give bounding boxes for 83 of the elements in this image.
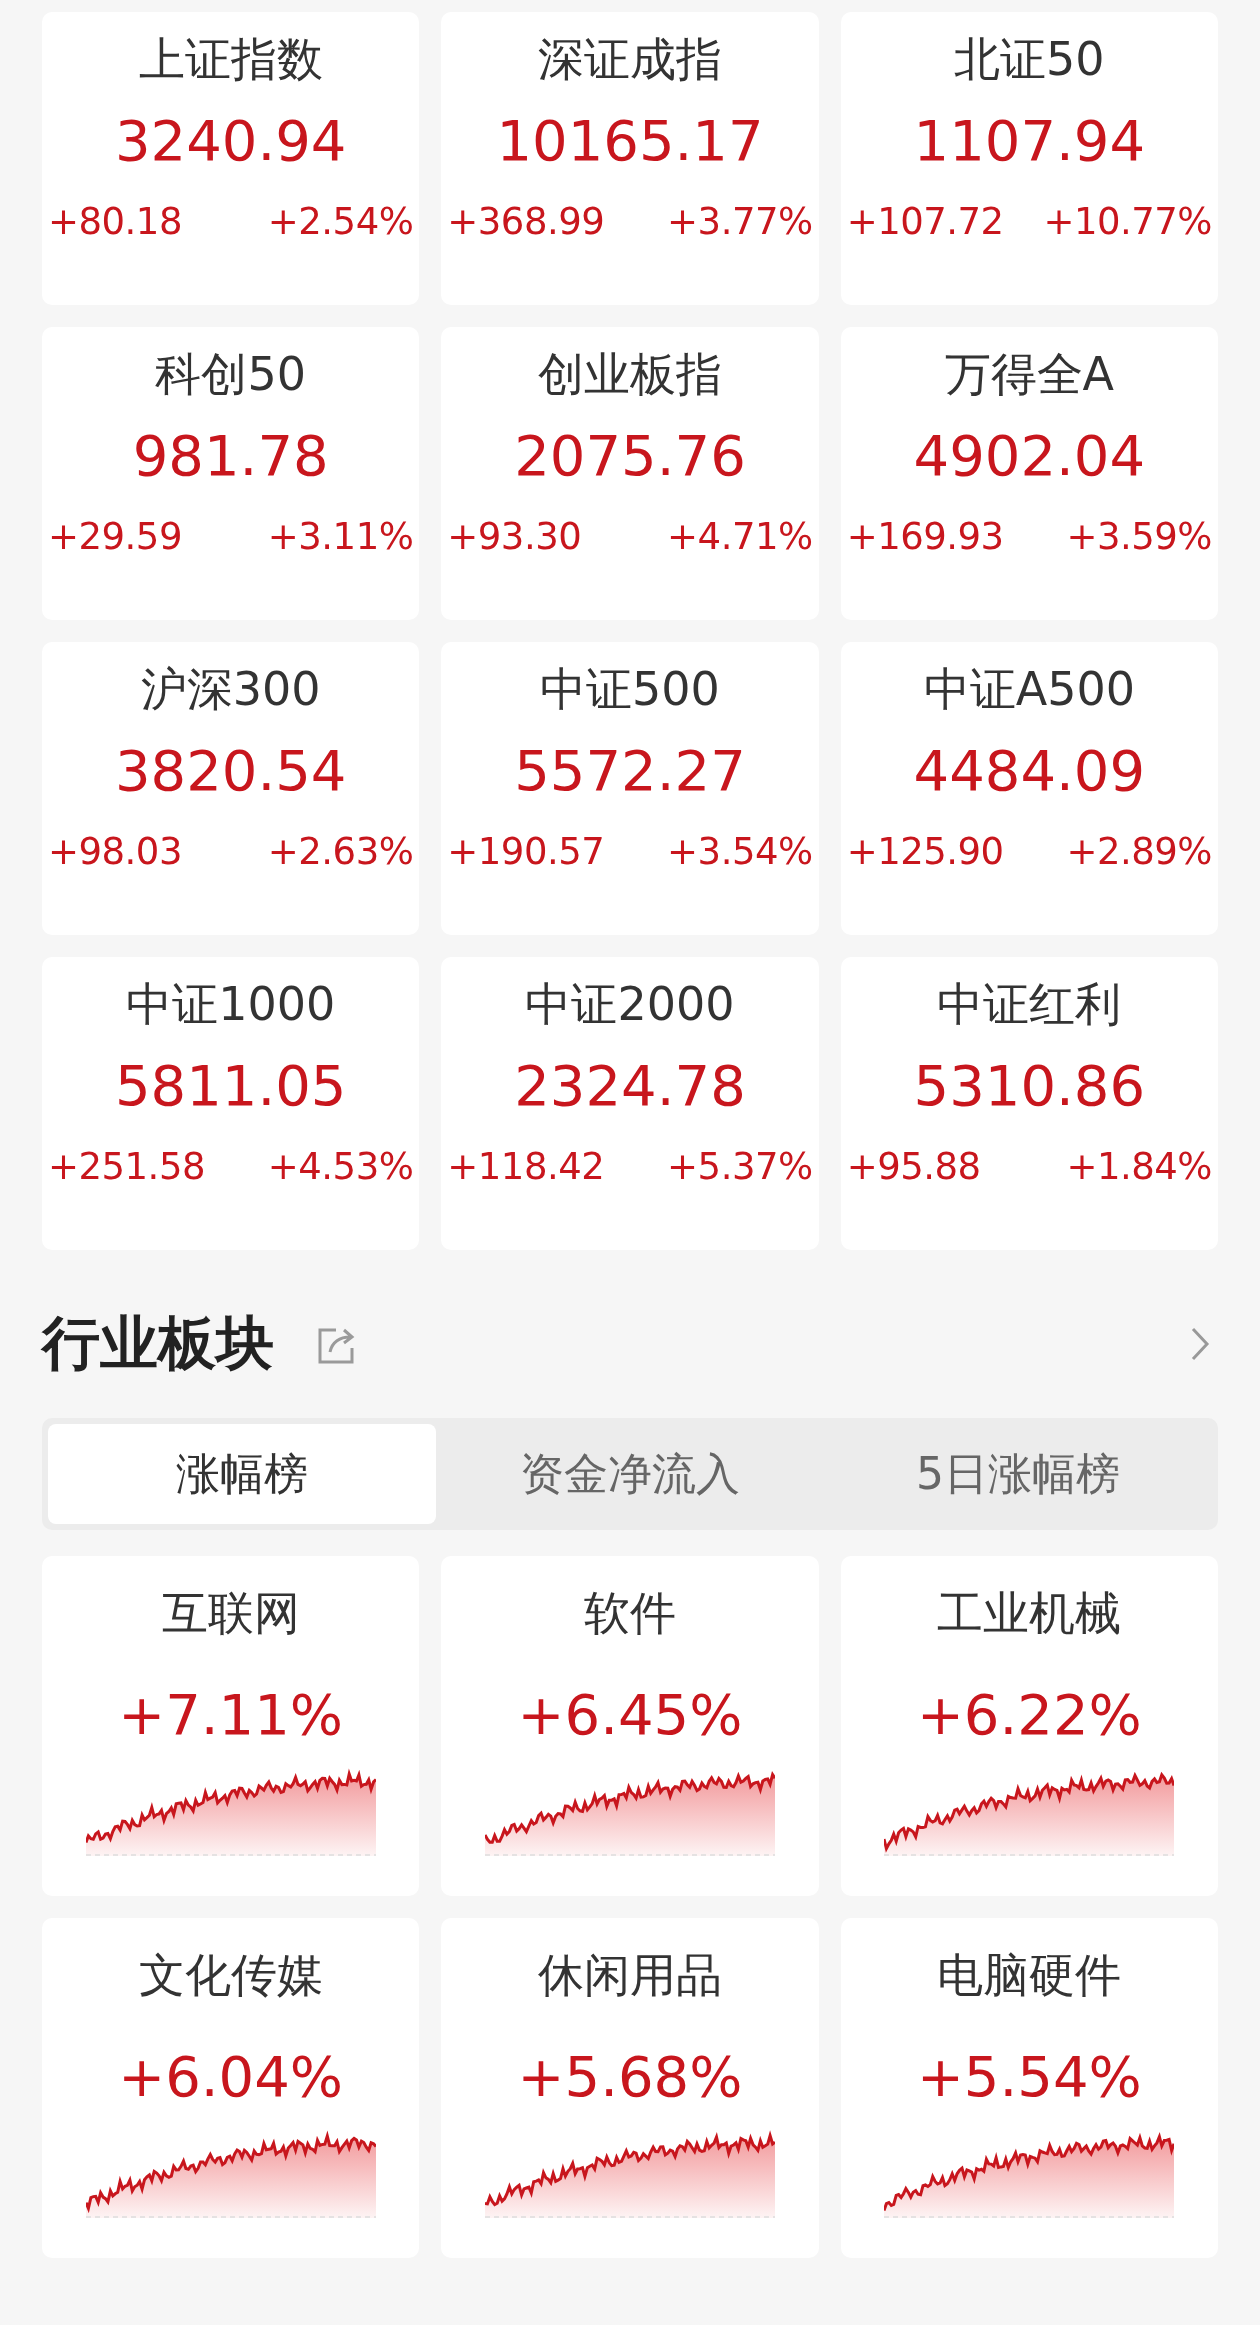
index-percent: +10.77% [1043, 200, 1212, 244]
index-card[interactable]: 万得全A 4902.04 +169.93 +3.59% [840, 327, 1218, 620]
sector-percent: +6.22% [916, 1681, 1142, 1749]
sector-percent: +6.45% [517, 1681, 743, 1749]
section-title: 行业板块 [42, 1308, 274, 1379]
index-card[interactable]: 中证1000 5811.05 +251.58 +4.53% [42, 957, 420, 1250]
index-change: +190.57 [447, 830, 605, 874]
index-value: 10165.17 [496, 107, 764, 175]
index-percent: +1.84% [1066, 1145, 1212, 1189]
index-change: +125.90 [846, 830, 1004, 874]
index-value: 2324.78 [514, 1052, 746, 1120]
index-percent: +3.59% [1066, 515, 1212, 559]
tab[interactable]: 资金净流入 [436, 1424, 824, 1524]
sector-card[interactable]: 互联网 +7.11% [42, 1556, 420, 1896]
index-change: +107.72 [846, 200, 1004, 244]
sector-percent: +5.68% [517, 2043, 743, 2111]
tab[interactable]: 涨幅榜 [48, 1424, 436, 1524]
index-change: +95.88 [846, 1145, 981, 1189]
index-change: +29.59 [48, 515, 182, 559]
sector-card[interactable]: 文化传媒 +6.04% [42, 1918, 420, 2258]
index-value: 1107.94 [913, 107, 1146, 175]
sector-name: 文化传媒 [138, 1948, 323, 2004]
index-name: 深证成指 [538, 32, 722, 88]
sector-name: 电脑硬件 [937, 1948, 1122, 2004]
index-percent: +2.89% [1066, 830, 1212, 874]
index-name: 中证2000 [525, 977, 735, 1033]
index-change: +80.18 [48, 200, 182, 244]
index-name: 科创50 [155, 347, 306, 403]
sector-percent: +7.11% [118, 1681, 344, 1749]
index-name: 沪深300 [140, 662, 321, 718]
index-card[interactable]: 中证红利 5310.86 +95.88 +1.84% [840, 957, 1218, 1250]
index-change: +98.03 [48, 830, 182, 874]
index-percent: +2.63% [267, 830, 414, 874]
index-name: 中证红利 [937, 977, 1122, 1033]
index-change: +368.99 [447, 200, 605, 244]
chevron-right-icon[interactable] [1190, 1326, 1210, 1362]
index-name: 万得全A [944, 347, 1115, 403]
index-name: 创业板指 [538, 347, 722, 403]
index-name: 中证500 [540, 662, 720, 718]
index-percent: +2.54% [267, 200, 414, 244]
index-change: +251.58 [48, 1145, 205, 1189]
sector-card[interactable]: 工业机械 +6.22% [840, 1556, 1218, 1896]
index-card[interactable]: 创业板指 2075.76 +93.30 +4.71% [441, 327, 819, 620]
index-change: +118.42 [447, 1145, 605, 1189]
index-name: 上证指数 [138, 32, 323, 88]
sector-percent: +6.04% [118, 2043, 344, 2111]
index-value: 5811.05 [114, 1052, 347, 1120]
index-card[interactable]: 中证A500 4484.09 +125.90 +2.89% [840, 642, 1218, 935]
index-percent: +4.71% [667, 515, 813, 559]
index-name: 北证50 [954, 32, 1105, 88]
index-card[interactable]: 沪深300 3820.54 +98.03 +2.63% [42, 642, 420, 935]
sector-card[interactable]: 软件 +6.45% [441, 1556, 819, 1896]
sector-name: 休闲用品 [538, 1948, 722, 2004]
sector-percent: +5.54% [916, 2043, 1142, 2111]
index-card[interactable]: 北证50 1107.94 +107.72 +10.77% [840, 12, 1218, 305]
index-card[interactable]: 中证500 5572.27 +190.57 +3.54% [441, 642, 819, 935]
sector-name: 工业机械 [937, 1586, 1122, 1642]
index-card[interactable]: 中证2000 2324.78 +118.42 +5.37% [441, 957, 819, 1250]
index-value: 4484.09 [913, 737, 1146, 805]
index-percent: +3.77% [667, 200, 813, 244]
index-value: 5310.86 [913, 1052, 1146, 1120]
index-value: 3820.54 [114, 737, 347, 805]
index-percent: +5.37% [667, 1145, 813, 1189]
sector-card[interactable]: 休闲用品 +5.68% [441, 1918, 819, 2258]
index-value: 981.78 [132, 422, 329, 490]
index-change: +169.93 [846, 515, 1004, 559]
index-percent: +4.53% [267, 1145, 414, 1189]
index-percent: +3.11% [267, 515, 414, 559]
index-name: 中证A500 [923, 662, 1135, 718]
tab[interactable]: 5日涨幅榜 [824, 1424, 1212, 1524]
index-card[interactable]: 深证成指 10165.17 +368.99 +3.77% [441, 12, 819, 305]
index-value: 2075.76 [514, 422, 746, 490]
index-value: 4902.04 [913, 422, 1146, 490]
index-value: 3240.94 [114, 107, 347, 175]
sector-card[interactable]: 电脑硬件 +5.54% [840, 1918, 1218, 2258]
sector-name: 互联网 [161, 1586, 300, 1642]
index-card[interactable]: 上证指数 3240.94 +80.18 +2.54% [42, 12, 420, 305]
sector-name: 软件 [584, 1586, 676, 1642]
index-card[interactable]: 科创50 981.78 +29.59 +3.11% [42, 327, 420, 620]
index-change: +93.30 [447, 515, 582, 559]
index-percent: +3.54% [667, 830, 813, 874]
index-name: 中证1000 [126, 977, 336, 1033]
index-value: 5572.27 [514, 737, 746, 805]
